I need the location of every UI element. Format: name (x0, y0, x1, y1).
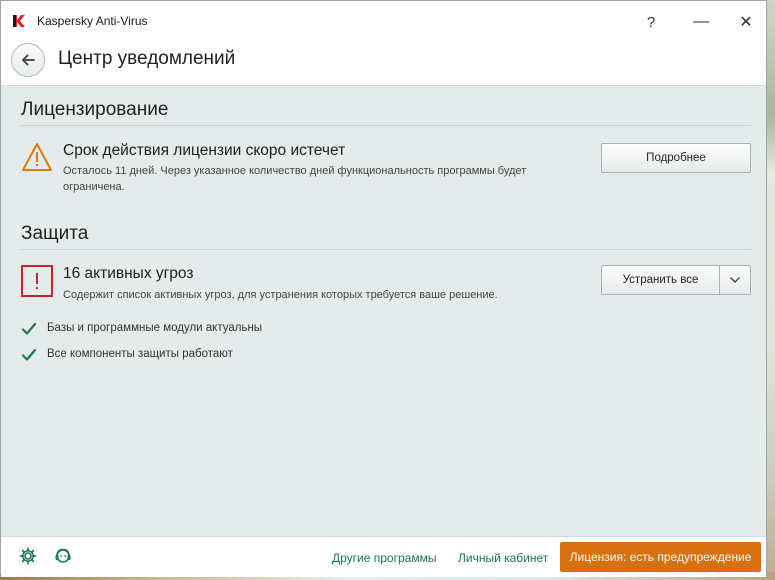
settings-gear-icon[interactable] (19, 547, 37, 565)
close-button[interactable]: ✕ (732, 9, 760, 35)
other-programs-link[interactable]: Другие программы (332, 551, 436, 565)
kaspersky-logo-icon (13, 15, 25, 27)
protection-section-title: Защита (21, 223, 89, 244)
protection-divider (21, 249, 751, 250)
footer-bar: Другие программы Личный кабинет Лицензия… (1, 536, 766, 577)
license-warning-button[interactable]: Лицензия: есть предупреждение (560, 542, 761, 572)
arrow-left-icon (22, 54, 35, 66)
warning-triangle-icon (22, 143, 52, 171)
personal-cabinet-link[interactable]: Личный кабинет (458, 551, 548, 565)
back-button[interactable] (11, 43, 45, 77)
app-window: Kaspersky Anti-Virus ? — ✕ Центр уведомл… (0, 0, 767, 577)
fix-all-dropdown-button[interactable] (719, 265, 751, 295)
check-icon (21, 348, 37, 361)
help-button[interactable]: ? (637, 9, 665, 35)
active-threats-description: Содержит список активных угроз, для устр… (63, 289, 498, 301)
minimize-button[interactable]: — (687, 9, 715, 35)
licensing-divider (21, 125, 751, 126)
status-databases-uptodate: Базы и программные модули актуальны (47, 322, 263, 334)
licensing-section-title: Лицензирование (21, 99, 169, 120)
desktop-background (767, 0, 775, 580)
title-bar: Kaspersky Anti-Virus ? — ✕ (1, 1, 766, 41)
details-button[interactable]: Подробнее (601, 143, 751, 173)
license-expiry-description: Осталось 11 дней. Через указанное количе… (63, 163, 526, 195)
fix-all-button[interactable]: Устранить все (601, 265, 720, 295)
status-components-working: Все компоненты защиты работают (47, 348, 233, 360)
page-header: Центр уведомлений (1, 41, 766, 86)
support-agent-icon[interactable] (54, 547, 72, 565)
window-title: Kaspersky Anti-Virus (37, 14, 148, 28)
threat-alert-icon (21, 265, 53, 297)
chevron-down-icon (730, 277, 740, 283)
license-desc-line-1: Осталось 11 дней. Через указанное количе… (63, 165, 527, 177)
page-title: Центр уведомлений (58, 48, 236, 69)
active-threats-title: 16 активных угроз (63, 265, 194, 282)
license-expiry-title: Срок действия лицензии скоро истечет (63, 142, 346, 159)
license-desc-line-2: ограничена. (63, 181, 125, 193)
check-icon (21, 322, 37, 335)
